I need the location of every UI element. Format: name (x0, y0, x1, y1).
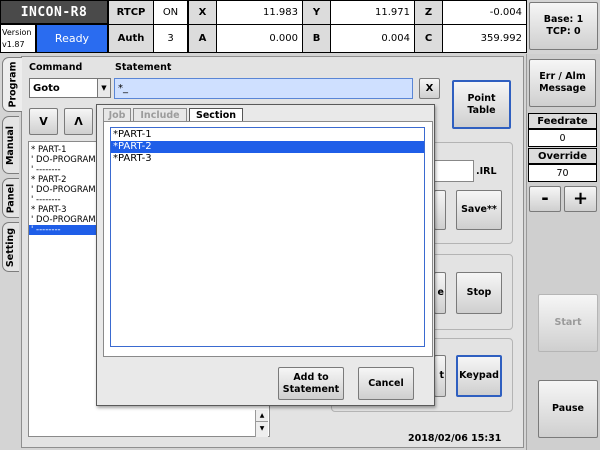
partial-run-button[interactable]: e (434, 272, 446, 314)
tab-program[interactable]: Program (2, 57, 22, 112)
command-label: Command (29, 62, 83, 73)
irl-filename-input[interactable] (434, 160, 474, 182)
axis-y-value: 11.971 (330, 0, 415, 25)
version-box: Version v1.87 (0, 24, 36, 53)
app-title: INCON-R8 (0, 0, 108, 24)
version-label: Version (2, 28, 32, 37)
scroll-down-icon[interactable]: ▼ (256, 422, 268, 435)
axis-b-value: 0.004 (330, 24, 415, 53)
status-badge: Ready (36, 24, 108, 53)
axis-a-value: 0.000 (216, 24, 303, 53)
dialog-tab-job[interactable]: Job (103, 108, 131, 121)
list-item[interactable]: *PART-3 (111, 153, 424, 165)
tab-setting[interactable]: Setting (2, 222, 19, 272)
scroll-up-icon[interactable]: ▲ (256, 410, 268, 422)
chevron-down-icon[interactable]: ▼ (97, 79, 110, 97)
scrollbar[interactable]: ▲ ▼ (255, 410, 268, 437)
axis-z-value: -0.004 (442, 0, 527, 25)
axis-x-label: X (188, 0, 217, 25)
cancel-button[interactable]: Cancel (358, 367, 414, 400)
auth-value: 3 (153, 24, 188, 53)
statement-label: Statement (115, 62, 172, 73)
pause-button[interactable]: Pause (538, 380, 598, 438)
rtcp-label: RTCP (108, 0, 154, 25)
save-button[interactable]: Save** (456, 190, 502, 230)
irl-extension-label: .IRL (476, 166, 497, 177)
tab-panel[interactable]: Panel (2, 178, 19, 218)
keypad-button[interactable]: Keypad (456, 355, 502, 397)
clear-statement-button[interactable]: X (419, 78, 440, 99)
axis-a-label: A (188, 24, 217, 53)
point-table-button[interactable]: Point Table (452, 80, 511, 129)
axis-x-value: 11.983 (216, 0, 303, 25)
override-increase-button[interactable]: + (564, 186, 597, 212)
list-item[interactable]: *PART-1 (111, 129, 424, 141)
move-down-button[interactable]: V (29, 108, 58, 135)
statement-input[interactable]: *_ (114, 78, 413, 99)
axis-c-label: C (414, 24, 443, 53)
override-decrease-button[interactable]: - (529, 186, 561, 212)
start-button[interactable]: Start (538, 294, 598, 352)
list-item-selected[interactable]: ' -------- (29, 225, 99, 235)
axis-z-label: Z (414, 0, 443, 25)
feedrate-label: Feedrate (528, 113, 597, 129)
move-up-button[interactable]: Λ (64, 108, 93, 135)
axis-y-label: Y (302, 0, 331, 25)
rtcp-value: ON (153, 0, 188, 25)
tab-manual[interactable]: Manual (2, 116, 19, 174)
axis-b-label: B (302, 24, 331, 53)
version-value: v1.87 (2, 40, 25, 49)
timestamp: 2018/02/06 15:31 (408, 433, 502, 444)
add-to-statement-button[interactable]: Add to Statement (278, 367, 344, 400)
stop-button[interactable]: Stop (456, 272, 502, 314)
feedrate-value: 0 (528, 129, 597, 147)
partial-tool-button[interactable]: t (434, 355, 446, 397)
command-select[interactable]: Goto ▼ (29, 78, 111, 98)
override-value: 70 (528, 164, 597, 182)
base-tcp-button[interactable]: Base: 1 TCP: 0 (529, 2, 598, 50)
dialog-tab-include[interactable]: Include (133, 108, 187, 121)
override-label: Override (528, 148, 597, 164)
dialog-tab-section[interactable]: Section (189, 108, 243, 122)
partial-file-button[interactable] (434, 190, 446, 230)
error-alarm-button[interactable]: Err / Alm Message (529, 59, 596, 107)
list-item-selected[interactable]: *PART-2 (111, 141, 424, 153)
section-list[interactable]: *PART-1 *PART-2 *PART-3 (110, 127, 425, 347)
axis-c-value: 359.992 (442, 24, 527, 53)
auth-label: Auth (108, 24, 154, 53)
